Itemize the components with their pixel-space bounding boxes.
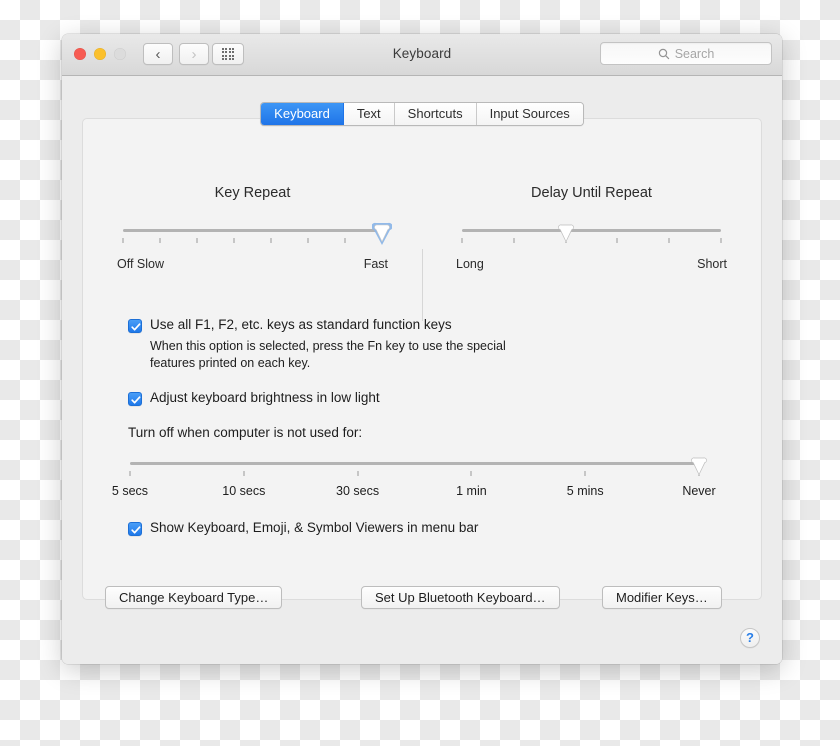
- turn-off-label-0: 5 secs: [111, 484, 149, 499]
- viewers-row[interactable]: Show Keyboard, Emoji, & Symbol Viewers i…: [128, 520, 721, 537]
- search-field[interactable]: Search: [600, 42, 772, 65]
- brightness-checkbox[interactable]: [128, 392, 142, 407]
- options-section: Use all F1, F2, etc. keys as standard fu…: [112, 317, 721, 537]
- turn-off-slider-group: 5 secs 10 secs 30 secs 1 min 5 mins Neve…: [112, 454, 716, 502]
- turn-off-label-2: 30 secs: [336, 484, 380, 499]
- action-buttons: Change Keyboard Type… Set Up Bluetooth K…: [62, 586, 782, 610]
- turn-off-slider[interactable]: [129, 454, 707, 484]
- turn-off-ticks: [129, 471, 700, 477]
- delay-slider[interactable]: [461, 221, 722, 255]
- key-repeat-min-label: Off Slow: [117, 257, 165, 271]
- key-repeat-knob[interactable]: [372, 221, 392, 247]
- tab-keyboard[interactable]: Keyboard: [261, 103, 344, 125]
- repeat-sliders-section: Key Repeat Off Slow Fast Delay Until Rep…: [83, 185, 761, 321]
- search-placeholder: Search: [674, 46, 715, 61]
- function-keys-checkbox[interactable]: [128, 319, 142, 333]
- key-repeat-track: [123, 229, 382, 232]
- tab-shortcuts[interactable]: Shortcuts: [394, 103, 477, 125]
- set-up-bluetooth-keyboard-button[interactable]: Set Up Bluetooth Keyboard…: [361, 586, 560, 609]
- change-keyboard-type-button[interactable]: Change Keyboard Type…: [105, 586, 283, 609]
- delay-ticks: [461, 238, 722, 244]
- checkmark-icon: [131, 526, 141, 534]
- delay-knob[interactable]: [556, 221, 576, 247]
- delay-track: [462, 229, 721, 232]
- delay-labels: Long Short: [456, 257, 727, 273]
- turn-off-knob[interactable]: [689, 454, 709, 480]
- delay-min-label: Long: [456, 257, 484, 271]
- window-body: Keyboard Text Shortcuts Input Sources Ke…: [62, 76, 782, 664]
- brightness-row[interactable]: Adjust keyboard brightness in low light: [128, 390, 721, 407]
- function-keys-help-text: When this option is selected, press the …: [150, 338, 506, 371]
- window-titlebar: ‹ › Keyboard Search: [62, 34, 782, 76]
- function-keys-row[interactable]: Use all F1, F2, etc. keys as standard fu…: [128, 317, 721, 334]
- keyboard-preferences-window: ‹ › Keyboard Search Keyboard Text Shortc…: [62, 34, 782, 664]
- search-icon: [658, 48, 669, 59]
- tab-bar: Keyboard Text Shortcuts Input Sources: [62, 102, 782, 126]
- turn-off-label: Turn off when computer is not used for:: [128, 425, 363, 441]
- turn-off-tick-labels: 5 secs 10 secs 30 secs 1 min 5 mins Neve…: [112, 484, 716, 502]
- checkmark-icon: [131, 323, 141, 331]
- function-keys-label: Use all F1, F2, etc. keys as standard fu…: [150, 317, 452, 332]
- delay-max-label: Short: [697, 257, 727, 271]
- key-repeat-ticks: [122, 238, 383, 244]
- turn-off-label-4: 5 mins: [566, 484, 604, 499]
- tab-text[interactable]: Text: [343, 103, 395, 125]
- viewers-label: Show Keyboard, Emoji, & Symbol Viewers i…: [150, 520, 479, 536]
- modifier-keys-button[interactable]: Modifier Keys…: [602, 586, 722, 609]
- key-repeat-title: Key Repeat: [214, 185, 291, 201]
- help-button[interactable]: ?: [740, 628, 760, 648]
- preferences-panel: Key Repeat Off Slow Fast Delay Until Rep…: [82, 118, 762, 600]
- tab-input-sources[interactable]: Input Sources: [476, 103, 583, 125]
- turn-off-track: [130, 462, 699, 466]
- delay-until-repeat-group: Delay Until Repeat Long Short: [422, 185, 761, 273]
- turn-off-label-1: 10 secs: [222, 484, 266, 499]
- turn-off-label-3: 1 min: [456, 484, 487, 499]
- brightness-label: Adjust keyboard brightness in low light: [150, 390, 380, 406]
- key-repeat-labels: Off Slow Fast: [117, 257, 388, 273]
- key-repeat-slider[interactable]: [122, 221, 392, 255]
- delay-title: Delay Until Repeat: [531, 185, 652, 201]
- key-repeat-group: Key Repeat Off Slow Fast: [83, 185, 422, 273]
- viewers-checkbox[interactable]: [128, 522, 142, 537]
- checkmark-icon: [131, 396, 141, 404]
- key-repeat-max-label: Fast: [363, 257, 388, 271]
- turn-off-label-5: Never: [682, 484, 716, 499]
